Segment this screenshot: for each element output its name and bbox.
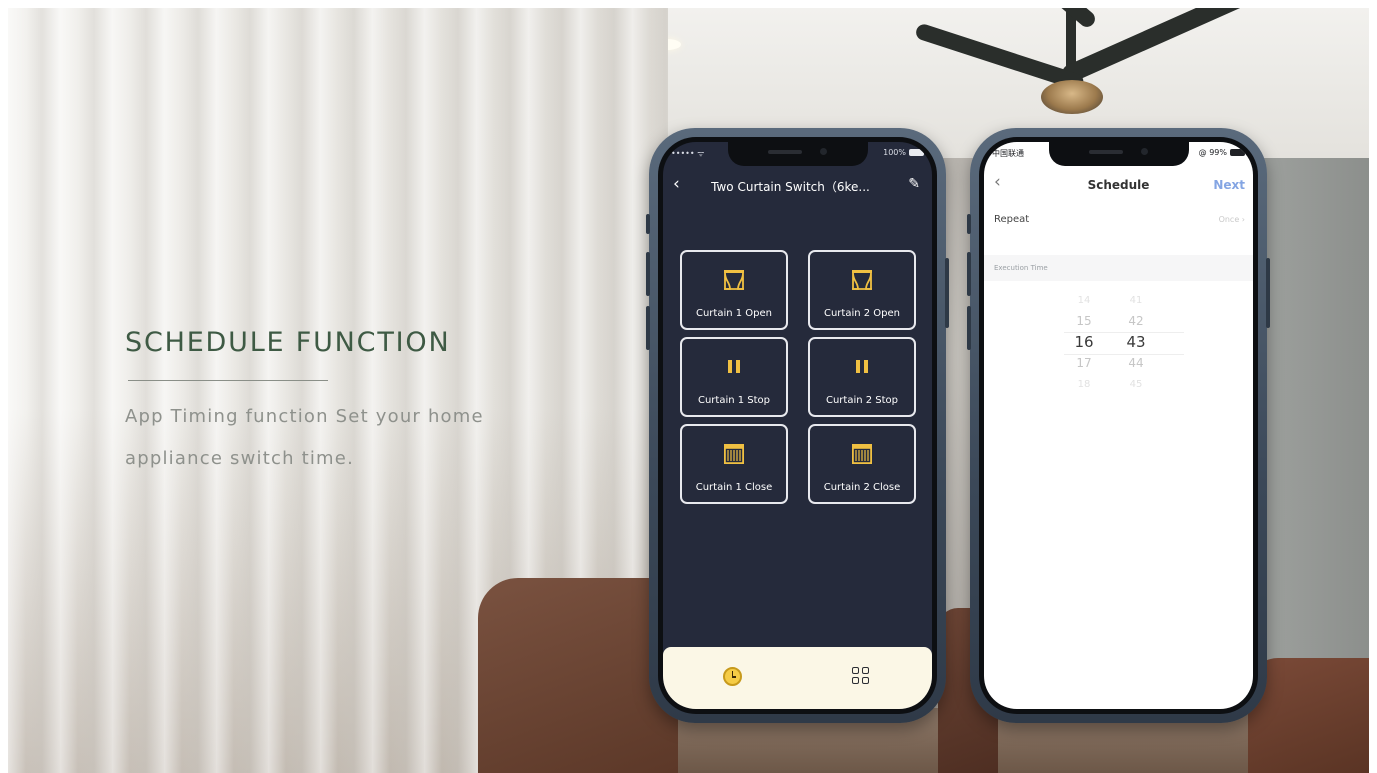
pause-icon <box>682 354 786 380</box>
hour-option: 18 <box>1077 379 1091 390</box>
curtain-close-icon <box>682 441 786 467</box>
carrier-signal: ••••• ᯤ <box>671 149 705 158</box>
hour-wheel[interactable]: 14 15 16 17 18 <box>1064 290 1104 395</box>
battery-icon <box>909 149 924 156</box>
selected-hour: 16 <box>1074 333 1094 351</box>
button-label: Curtain 2 Open <box>823 308 901 319</box>
phone-notch <box>727 142 868 166</box>
button-label: Curtain 2 Close <box>823 482 901 493</box>
carrier-name: 中国联通 <box>992 149 1024 158</box>
curtain-2-open-button[interactable]: Curtain 2 Open <box>808 250 916 330</box>
curtain-open-icon <box>810 267 914 293</box>
hour-option: 14 <box>1077 295 1091 306</box>
curtain-open-icon <box>682 267 786 293</box>
phone-curtain-control: ••••• ᯤ 100% ‹ Two Curtain Switch（6ke...… <box>646 128 949 723</box>
button-label: Curtain 2 Stop <box>825 395 899 406</box>
button-label: Curtain 1 Close <box>695 482 773 493</box>
sofa-left <box>478 578 678 773</box>
phone-schedule: 中国联通 @ 99% ‹ Schedule Next Repeat Once ›… <box>967 128 1270 723</box>
phone-notch <box>1048 142 1189 166</box>
repeat-row[interactable]: Repeat Once › <box>984 208 1253 236</box>
battery-level: @ 99% <box>1198 148 1227 157</box>
curtain-2-stop-button[interactable]: Curtain 2 Stop <box>808 337 916 417</box>
battery-icon <box>1230 149 1245 156</box>
grid-icon[interactable] <box>852 667 870 685</box>
side-wall <box>1258 148 1369 708</box>
button-label: Curtain 1 Open <box>695 308 773 319</box>
nav-bar: ‹ Schedule Next <box>984 170 1253 200</box>
next-button[interactable]: Next <box>1213 178 1245 192</box>
repeat-value: Once › <box>1218 215 1245 224</box>
minute-wheel[interactable]: 41 42 43 44 45 <box>1116 290 1156 395</box>
execution-time-header: Execution Time <box>984 255 1253 281</box>
subtext: App Timing function Set your home applia… <box>125 406 484 469</box>
selected-minute: 43 <box>1126 333 1146 351</box>
hour-option: 17 <box>1076 356 1092 370</box>
headline: SCHEDULE FUNCTION <box>125 327 451 358</box>
pause-icon <box>810 354 914 380</box>
device-title: Two Curtain Switch（6ke... <box>711 180 870 194</box>
curtain-control-screen: ••••• ᯤ 100% ‹ Two Curtain Switch（6ke...… <box>663 142 932 709</box>
edit-icon[interactable]: ✎ <box>908 176 920 192</box>
curtain-close-icon <box>810 441 914 467</box>
schedule-screen: 中国联通 @ 99% ‹ Schedule Next Repeat Once ›… <box>984 142 1253 709</box>
clock-icon[interactable] <box>723 667 742 686</box>
execution-time-label: Execution Time <box>994 264 1048 272</box>
bottom-tab-bar <box>663 647 932 709</box>
minute-option: 41 <box>1129 295 1143 306</box>
time-picker[interactable]: 14 15 16 17 18 41 42 43 44 45 <box>1064 290 1184 400</box>
minute-option: 44 <box>1128 356 1144 370</box>
minute-option: 45 <box>1129 379 1143 390</box>
battery-level: 100% <box>883 148 906 157</box>
minute-option: 42 <box>1128 314 1144 328</box>
hour-option: 15 <box>1076 314 1092 328</box>
back-button[interactable]: ‹ <box>673 174 680 194</box>
nav-bar: ‹ Two Curtain Switch（6ke... ✎ <box>663 170 932 200</box>
headline-divider <box>128 380 328 381</box>
curtain-2-close-button[interactable]: Curtain 2 Close <box>808 424 916 504</box>
button-label: Curtain 1 Stop <box>697 395 771 406</box>
curtain-1-open-button[interactable]: Curtain 1 Open <box>680 250 788 330</box>
repeat-label: Repeat <box>994 214 1030 225</box>
curtain-1-close-button[interactable]: Curtain 1 Close <box>680 424 788 504</box>
curtain-1-stop-button[interactable]: Curtain 1 Stop <box>680 337 788 417</box>
